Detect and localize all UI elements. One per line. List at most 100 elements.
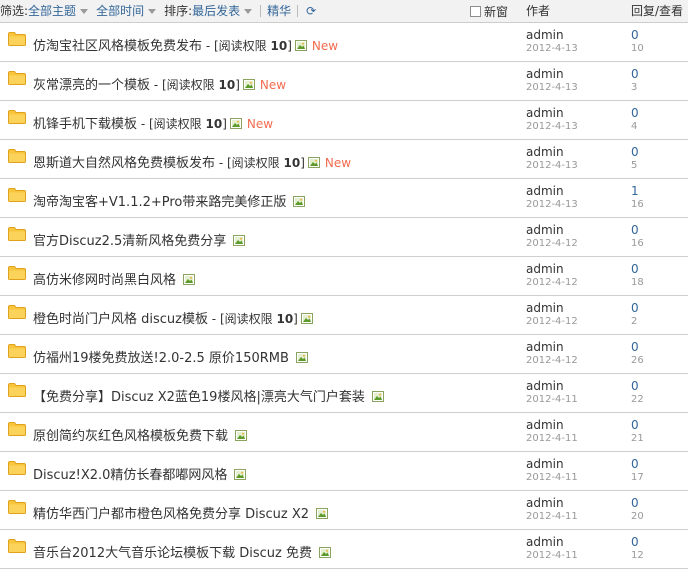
thread-title[interactable]: 橙色时尚门户风格 discuz模板 xyxy=(33,312,208,327)
author-name[interactable]: admin xyxy=(526,29,578,42)
perm-label: 阅读权限 xyxy=(231,156,280,170)
chevron-down-icon[interactable] xyxy=(80,8,89,14)
stats-cell: 0 26 xyxy=(631,341,644,367)
reply-count[interactable]: 0 xyxy=(631,536,644,549)
read-permission xyxy=(176,273,180,287)
folder-icon[interactable] xyxy=(8,461,26,475)
author-name[interactable]: admin xyxy=(526,458,578,471)
folder-icon[interactable] xyxy=(8,305,26,319)
folder-icon[interactable] xyxy=(8,32,26,46)
author-cell: admin 2012-4-13 xyxy=(526,68,578,94)
thread-title[interactable]: 仿淘宝社区风格模板免费发布 xyxy=(33,39,202,54)
thread-title-wrap: 灰常漂亮的一个模板 - [阅读权限 10] New xyxy=(33,74,286,93)
folder-icon[interactable] xyxy=(8,227,26,241)
reply-count[interactable]: 0 xyxy=(631,68,639,81)
author-name[interactable]: admin xyxy=(526,107,578,120)
table-row: 灰常漂亮的一个模板 - [阅读权限 10] New admin 2012-4-13… xyxy=(0,62,688,101)
thread-title[interactable]: 灰常漂亮的一个模板 xyxy=(33,78,150,93)
author-name[interactable]: admin xyxy=(526,302,578,315)
thread-title[interactable]: 精仿华西门户都市橙色风格免费分享 Discuz X2 xyxy=(33,507,309,522)
author-name[interactable]: admin xyxy=(526,536,578,549)
author-cell: admin 2012-4-11 xyxy=(526,497,578,523)
author-name[interactable]: admin xyxy=(526,224,578,237)
read-permission xyxy=(228,429,232,443)
perm-level: 10 xyxy=(283,156,301,170)
thread-title-wrap: 原创简约灰红色风格模板免费下载 xyxy=(33,425,247,444)
theme-filter[interactable]: 全部主题 xyxy=(28,4,76,18)
thread-title[interactable]: 原创简约灰红色风格模板免费下载 xyxy=(33,429,228,444)
folder-icon[interactable] xyxy=(8,188,26,202)
author-name[interactable]: admin xyxy=(526,497,578,510)
thread-title[interactable]: 仿福州19楼免费放送!2.0-2.5 原价150RMB xyxy=(33,351,289,366)
table-row: Discuz!X2.0精仿长春都嘟网风格 admin 2012-4-11 0 1… xyxy=(0,452,688,491)
author-name[interactable]: admin xyxy=(526,380,578,393)
author-name[interactable]: admin xyxy=(526,146,578,159)
folder-icon[interactable] xyxy=(8,422,26,436)
folder-icon[interactable] xyxy=(8,500,26,514)
folder-icon[interactable] xyxy=(8,149,26,163)
folder-icon[interactable] xyxy=(8,110,26,124)
thread-title-wrap: 淘帝淘宝客+V1.1.2+Pro带来路完美修正版 xyxy=(33,191,306,210)
time-filter[interactable]: 全部时间 xyxy=(96,4,144,18)
read-permission xyxy=(309,507,313,521)
reply-count[interactable]: 0 xyxy=(631,419,644,432)
chevron-down-icon[interactable] xyxy=(148,8,157,14)
post-date: 2012-4-13 xyxy=(526,199,578,210)
view-count: 16 xyxy=(631,199,644,210)
reply-count[interactable]: 0 xyxy=(631,107,639,120)
new-window-checkbox[interactable] xyxy=(470,5,481,17)
folder-icon[interactable] xyxy=(8,383,26,397)
thread-title-wrap: 机锋手机下载模板 - [阅读权限 10] New xyxy=(33,113,273,132)
sort-filter[interactable]: 最后发表 xyxy=(192,4,240,18)
stats-cell: 0 16 xyxy=(631,224,644,250)
folder-icon[interactable] xyxy=(8,539,26,553)
reply-count[interactable]: 0 xyxy=(631,302,639,315)
thread-title-wrap: 仿福州19楼免费放送!2.0-2.5 原价150RMB xyxy=(33,347,308,366)
post-date: 2012-4-12 xyxy=(526,238,578,249)
reply-count[interactable]: 0 xyxy=(631,458,644,471)
thread-list-header: 筛选: 全部主题 全部时间 排序: 最后发表 精华 ⟳ 新窗 作者 回复/查看 xyxy=(0,0,688,23)
author-name[interactable]: admin xyxy=(526,185,578,198)
new-window-label: 新窗 xyxy=(484,4,509,19)
reply-count[interactable]: 1 xyxy=(631,185,644,198)
thread-title[interactable]: 恩斯道大自然风格免费模板发布 xyxy=(33,156,215,171)
perm-label: 阅读权限 xyxy=(153,117,202,131)
thread-title[interactable]: 淘帝淘宝客+V1.1.2+Pro带来路完美修正版 xyxy=(33,195,286,210)
image-attachment-icon xyxy=(300,313,313,324)
thread-title[interactable]: 官方Discuz2.5清新风格免费分享 xyxy=(33,234,226,249)
thread-title[interactable]: 高仿米修网时尚黑白风格 xyxy=(33,273,176,288)
author-name[interactable]: admin xyxy=(526,419,578,432)
view-count: 26 xyxy=(631,355,644,366)
reply-count[interactable]: 0 xyxy=(631,29,644,42)
thread-title[interactable]: 机锋手机下载模板 xyxy=(33,117,137,132)
view-count: 22 xyxy=(631,394,644,405)
reply-count[interactable]: 0 xyxy=(631,497,644,510)
author-name[interactable]: admin xyxy=(526,68,578,81)
author-name[interactable]: admin xyxy=(526,341,578,354)
thread-title[interactable]: 音乐台2012大气音乐论坛模板下载 Discuz 免费 xyxy=(33,546,312,561)
read-permission: - [阅读权限 10] xyxy=(207,312,298,326)
reply-count[interactable]: 0 xyxy=(631,146,639,159)
stats-cell: 0 2 xyxy=(631,302,639,328)
image-attachment-icon xyxy=(229,118,242,129)
thread-title[interactable]: 【免费分享】Discuz X2蓝色19楼风格|漂亮大气门户套装 xyxy=(33,390,365,405)
reply-count[interactable]: 0 xyxy=(631,224,644,237)
author-column-header: 作者 xyxy=(526,4,551,18)
refresh-icon[interactable]: ⟳ xyxy=(306,4,316,18)
thread-title[interactable]: Discuz!X2.0精仿长春都嘟网风格 xyxy=(33,468,227,483)
folder-icon[interactable] xyxy=(8,71,26,85)
sort-label: 排序: xyxy=(164,4,193,18)
reply-count[interactable]: 0 xyxy=(631,341,644,354)
reply-count[interactable]: 0 xyxy=(631,263,644,276)
reply-count[interactable]: 0 xyxy=(631,380,644,393)
chevron-down-icon[interactable] xyxy=(244,8,253,14)
view-count: 2 xyxy=(631,316,638,327)
author-name[interactable]: admin xyxy=(526,263,578,276)
new-badge: New xyxy=(259,78,287,92)
folder-icon[interactable] xyxy=(8,344,26,358)
digest-filter[interactable]: 精华 xyxy=(267,4,291,18)
new-window-toggle[interactable]: 新窗 xyxy=(470,0,508,22)
table-row: 音乐台2012大气音乐论坛模板下载 Discuz 免费 admin 2012-4… xyxy=(0,530,688,569)
view-count: 18 xyxy=(631,277,644,288)
folder-icon[interactable] xyxy=(8,266,26,280)
